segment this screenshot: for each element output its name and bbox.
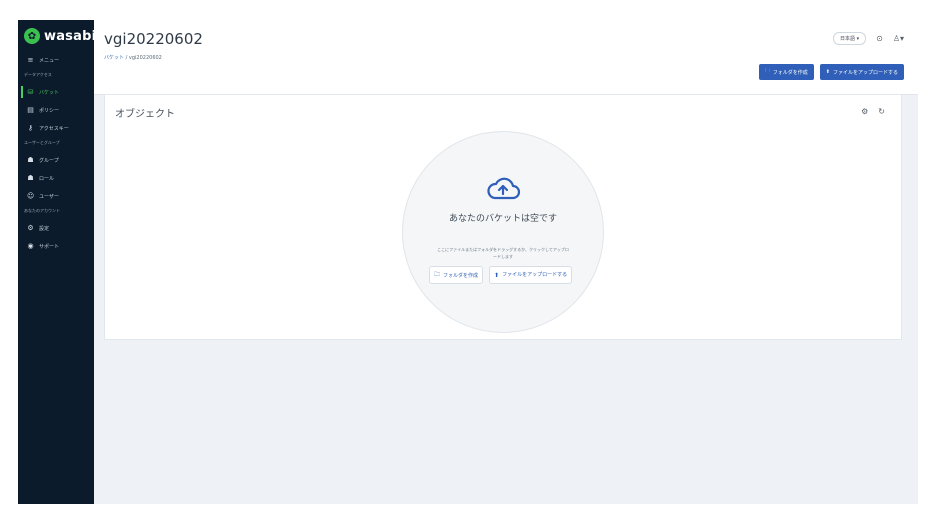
folder-icon: 🗀 bbox=[434, 271, 441, 278]
language-select[interactable]: 日本語 ▾ bbox=[833, 32, 867, 45]
header-utilities: 日本語 ▾ ⊙ ♙▾ bbox=[833, 32, 904, 45]
sidebar-item-roles[interactable]: ☗ ロール bbox=[18, 172, 90, 184]
document-icon: ▤ bbox=[27, 106, 34, 114]
logo-text: wasabi bbox=[44, 28, 97, 44]
main-area: vgi20220602 バケット / vgi20220602 日本語 ▾ ⊙ ♙… bbox=[94, 20, 918, 504]
sidebar: ✿ wasabi ≡ メニュー データアクセス ⛁ バケット ▤ ポリシー ⚷ アクセスキー ユー… bbox=[18, 20, 96, 504]
empty-state-subtitle: ここにファイルまたはフォルダをドラッグするか、クリックしてアップロードします bbox=[437, 247, 569, 259]
sidebar-item-label: サポート bbox=[39, 243, 60, 250]
bucket-icon: ⛁ bbox=[27, 88, 34, 96]
empty-create-folder-label: フォルダを作成 bbox=[443, 272, 479, 279]
breadcrumb-separator: / bbox=[125, 55, 128, 61]
sidebar-item-buckets[interactable]: ⛁ バケット bbox=[18, 86, 90, 98]
header-actions: 🗀 フォルダを作成 ⬆ ファイルをアップロードする bbox=[758, 64, 904, 80]
breadcrumb-current: vgi20220602 bbox=[128, 55, 162, 61]
logo[interactable]: ✿ wasabi bbox=[24, 28, 96, 44]
support-icon: ◉ bbox=[27, 242, 34, 250]
sidebar-item-label: ロール bbox=[39, 175, 55, 182]
objects-panel-icons: ⚙ ↻ bbox=[861, 107, 885, 116]
sidebar-item-label: バケット bbox=[39, 89, 60, 96]
empty-upload-file-button[interactable]: ⬆ ファイルをアップロードする bbox=[489, 266, 573, 284]
empty-state-dropzone[interactable]: あなたのバケットは空です ここにファイルまたはフォルダをドラッグするか、クリック… bbox=[402, 131, 604, 333]
sidebar-item-label: グループ bbox=[39, 157, 59, 164]
sidebar-item-menu[interactable]: ≡ メニュー bbox=[18, 54, 90, 66]
upload-file-label: ファイルをアップロードする bbox=[832, 69, 898, 76]
sidebar-item-policy[interactable]: ▤ ポリシー bbox=[18, 104, 90, 116]
wasabi-logo-icon: ✿ bbox=[24, 28, 40, 44]
upload-file-button[interactable]: ⬆ ファイルをアップロードする bbox=[819, 64, 904, 80]
folder-icon: 🗀 bbox=[764, 68, 770, 74]
breadcrumb-root[interactable]: バケット bbox=[104, 55, 124, 61]
sidebar-section-label: データアクセス bbox=[24, 72, 52, 77]
header: vgi20220602 バケット / vgi20220602 日本語 ▾ ⊙ ♙… bbox=[94, 20, 918, 95]
sidebar-item-support[interactable]: ◉ サポート bbox=[18, 240, 90, 252]
breadcrumb: バケット / vgi20220602 bbox=[104, 54, 162, 61]
cloud-upload-icon bbox=[487, 177, 521, 200]
app-frame: ✿ wasabi ≡ メニュー データアクセス ⛁ バケット ▤ ポリシー ⚷ アクセスキー ユー… bbox=[18, 20, 918, 504]
sidebar-item-label: 設定 bbox=[39, 225, 50, 232]
sidebar-item-label: アクセスキー bbox=[39, 125, 69, 132]
sidebar-section-label: ユーザーとグループ bbox=[24, 140, 60, 145]
empty-upload-file-label: ファイルをアップロードする bbox=[502, 271, 568, 278]
empty-create-folder-button[interactable]: 🗀 フォルダを作成 bbox=[429, 266, 484, 284]
objects-panel: オブジェクト ⚙ ↻ あなたのバケットは空です ここにファイルまたはフォルダをド… bbox=[104, 94, 902, 340]
settings-icon[interactable]: ⚙ bbox=[861, 107, 868, 116]
menu-icon: ≡ bbox=[27, 56, 34, 64]
sidebar-item-label: ユーザー bbox=[39, 193, 59, 200]
key-icon: ⚷ bbox=[27, 124, 34, 132]
page-title: vgi20220602 bbox=[104, 30, 203, 48]
sidebar-item-label: メニュー bbox=[39, 57, 60, 64]
empty-state-actions: 🗀 フォルダを作成 ⬆ ファイルをアップロードする bbox=[429, 266, 573, 284]
sidebar-item-users[interactable]: ☺ ユーザー bbox=[18, 190, 90, 202]
user-icon[interactable]: ♙▾ bbox=[893, 34, 904, 43]
empty-state-title: あなたのバケットは空です bbox=[448, 214, 557, 224]
role-icon: ☗ bbox=[27, 174, 34, 182]
objects-title: オブジェクト bbox=[115, 109, 175, 120]
gear-icon: ⚙ bbox=[27, 224, 34, 232]
upload-icon: ⬆ bbox=[825, 69, 830, 75]
sidebar-item-label: ポリシー bbox=[39, 107, 60, 114]
content-background bbox=[104, 340, 900, 500]
upload-icon: ⬆ bbox=[494, 271, 500, 279]
group-icon: ☗ bbox=[27, 156, 34, 164]
create-folder-button[interactable]: 🗀 フォルダを作成 bbox=[758, 64, 814, 80]
sidebar-section-label: あなたのアカウント bbox=[24, 208, 60, 213]
refresh-icon[interactable]: ↻ bbox=[878, 107, 885, 116]
sidebar-nav: ≡ メニューデータアクセス ⛁ バケット ▤ ポリシー ⚷ アクセスキーユーザーとグループ ☗ グ… bbox=[18, 54, 90, 258]
create-folder-label: フォルダを作成 bbox=[772, 69, 808, 76]
sidebar-item-settings[interactable]: ⚙ 設定 bbox=[18, 222, 90, 234]
user-icon: ☺ bbox=[27, 192, 35, 200]
clock-icon[interactable]: ⊙ bbox=[876, 34, 883, 43]
sidebar-item-groups[interactable]: ☗ グループ bbox=[18, 154, 90, 166]
sidebar-item-access-keys[interactable]: ⚷ アクセスキー bbox=[18, 122, 90, 134]
